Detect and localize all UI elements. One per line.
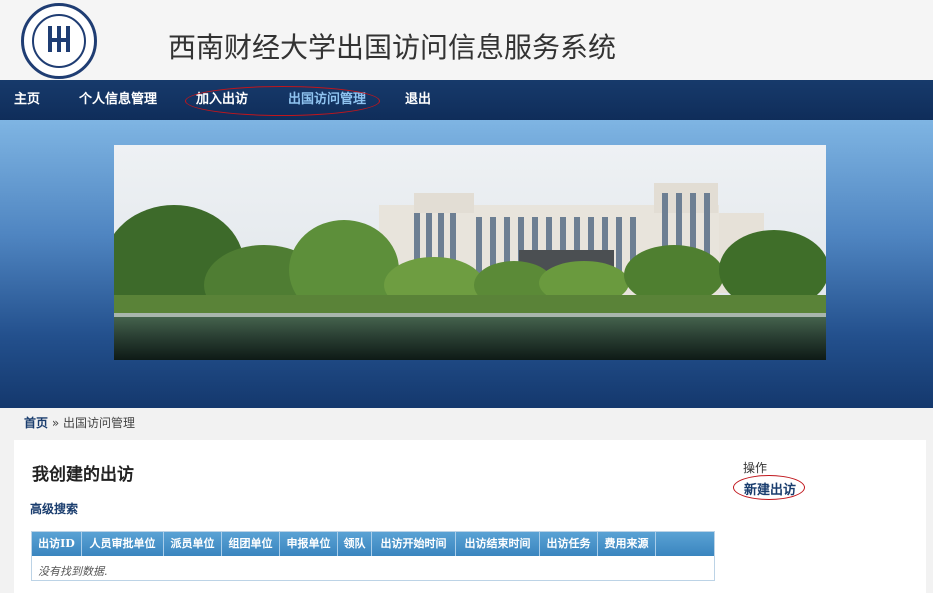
page-title: 我创建的出访 <box>32 465 134 485</box>
banner <box>0 120 933 408</box>
site-title: 西南财经大学出国访问信息服务系统 <box>168 31 617 64</box>
column-header-dispatch-unit[interactable]: 派员单位 <box>164 532 222 556</box>
nav-item-home[interactable]: 主页 <box>14 80 40 120</box>
column-header-funding-source[interactable]: 费用来源 <box>598 532 656 556</box>
header: 西南财经大学出国访问信息服务系统 <box>0 0 933 80</box>
highlight-annotation <box>733 475 805 500</box>
operations-label: 操作 <box>743 461 768 475</box>
breadcrumb-separator: » <box>51 416 60 430</box>
university-logo <box>21 3 97 79</box>
main-content: 我创建的出访 高级搜索 出访ID 人员审批单位 派员单位 组团单位 申报单位 领… <box>14 440 926 593</box>
logo-emblem-icon <box>48 26 70 52</box>
nav-item-logout[interactable]: 退出 <box>405 80 431 120</box>
breadcrumb-home-link[interactable]: 首页 <box>24 416 48 430</box>
nav-item-personal-info[interactable]: 个人信息管理 <box>79 80 157 120</box>
advanced-search-link[interactable]: 高级搜索 <box>30 500 78 517</box>
breadcrumb-current: 出国访问管理 <box>63 416 136 430</box>
main-nav: 主页 个人信息管理 加入出访 出国访问管理 退出 <box>0 80 933 120</box>
column-header-group-unit[interactable]: 组团单位 <box>222 532 280 556</box>
breadcrumb: 首页 » 出国访问管理 <box>24 414 135 431</box>
visits-table: 出访ID 人员审批单位 派员单位 组团单位 申报单位 领队 出访开始时间 出访结… <box>31 531 715 581</box>
highlight-annotation <box>185 86 380 116</box>
column-header-task[interactable]: 出访任务 <box>540 532 598 556</box>
column-header-approval-unit[interactable]: 人员审批单位 <box>82 532 164 556</box>
column-header-declare-unit[interactable]: 申报单位 <box>280 532 338 556</box>
column-header-start-time[interactable]: 出访开始时间 <box>372 532 456 556</box>
campus-photo <box>114 145 826 360</box>
column-header-leader[interactable]: 领队 <box>338 532 372 556</box>
empty-table-message: 没有找到数据. <box>38 565 108 578</box>
column-header-end-time[interactable]: 出访结束时间 <box>456 532 540 556</box>
table-header: 出访ID 人员审批单位 派员单位 组团单位 申报单位 领队 出访开始时间 出访结… <box>32 532 714 556</box>
column-header-visit-id[interactable]: 出访ID <box>32 532 82 556</box>
